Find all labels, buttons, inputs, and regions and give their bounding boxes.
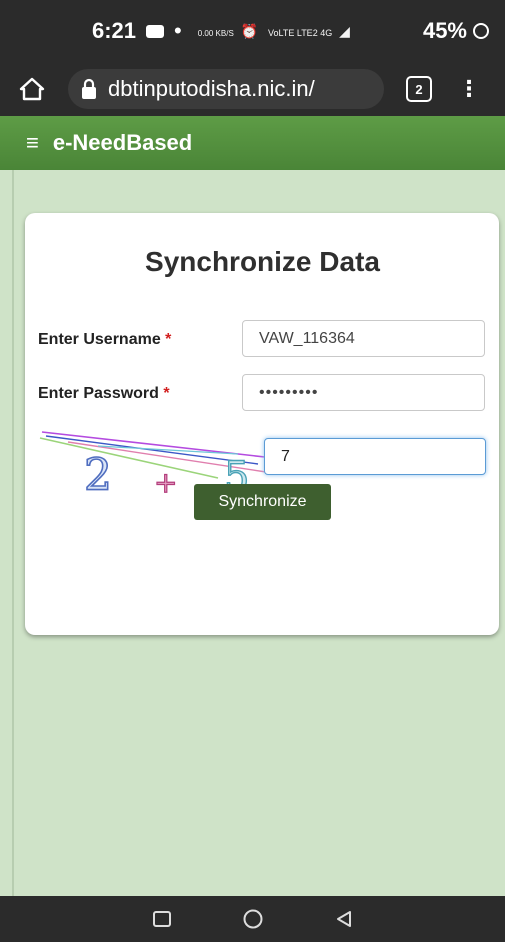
tab-switcher-button[interactable]: 2 [406, 76, 432, 102]
required-mark: * [165, 331, 172, 348]
captcha-operator: + [154, 466, 177, 498]
password-label: Enter Password * [38, 385, 170, 403]
status-indicators: 0.00 KB/S ⏰ VoLTE LTE2 4G ◢ [198, 23, 353, 40]
network-indicators: VoLTE LTE2 4G [268, 27, 333, 38]
signal-icon: ◢ [339, 22, 353, 39]
lock-icon [82, 78, 96, 99]
browser-menu-icon[interactable]: ⋮ [458, 76, 480, 102]
system-nav-bar [0, 896, 505, 942]
status-time: 6:21 [92, 18, 137, 43]
password-input[interactable]: ••••••••• [242, 374, 485, 411]
status-bar: 6:21 • 0.00 KB/S ⏰ VoLTE LTE2 4G ◢ 45% [0, 0, 505, 62]
battery-level: 45% [422, 18, 467, 43]
more-notifications-icon: • [174, 18, 182, 43]
username-label-text: Enter Username [38, 331, 161, 348]
youtube-notification-icon [146, 24, 165, 38]
url-bar[interactable]: dbtinputodisha.nic.in/ [68, 69, 384, 109]
url-text: dbtinputodisha.nic.in/ [108, 76, 315, 101]
hamburger-icon[interactable]: ≡ [26, 130, 39, 156]
page-title: Synchronize Data [145, 246, 380, 277]
password-label-text: Enter Password [38, 385, 159, 402]
username-input[interactable]: VAW_116364 [242, 320, 485, 357]
page-border [12, 170, 14, 896]
net-speed: 0.00 KB/S [197, 28, 234, 38]
username-label: Enter Username * [38, 331, 171, 349]
app-header: ≡ e-NeedBased [0, 116, 505, 170]
browser-toolbar: dbtinputodisha.nic.in/ 2 ⋮ [0, 62, 505, 116]
alarm-icon: ⏰ [240, 22, 262, 39]
back-icon[interactable] [334, 909, 354, 929]
captcha-digit-1: 2 [84, 450, 112, 498]
recents-icon[interactable] [152, 910, 172, 928]
required-mark: * [163, 385, 170, 402]
captcha-answer-input[interactable]: 7 [264, 438, 486, 475]
app-title: e-NeedBased [52, 130, 193, 155]
synchronize-button[interactable]: Synchronize [194, 484, 331, 520]
battery-icon [473, 23, 489, 39]
home-icon[interactable] [12, 69, 52, 109]
home-circle-icon[interactable] [242, 908, 264, 930]
